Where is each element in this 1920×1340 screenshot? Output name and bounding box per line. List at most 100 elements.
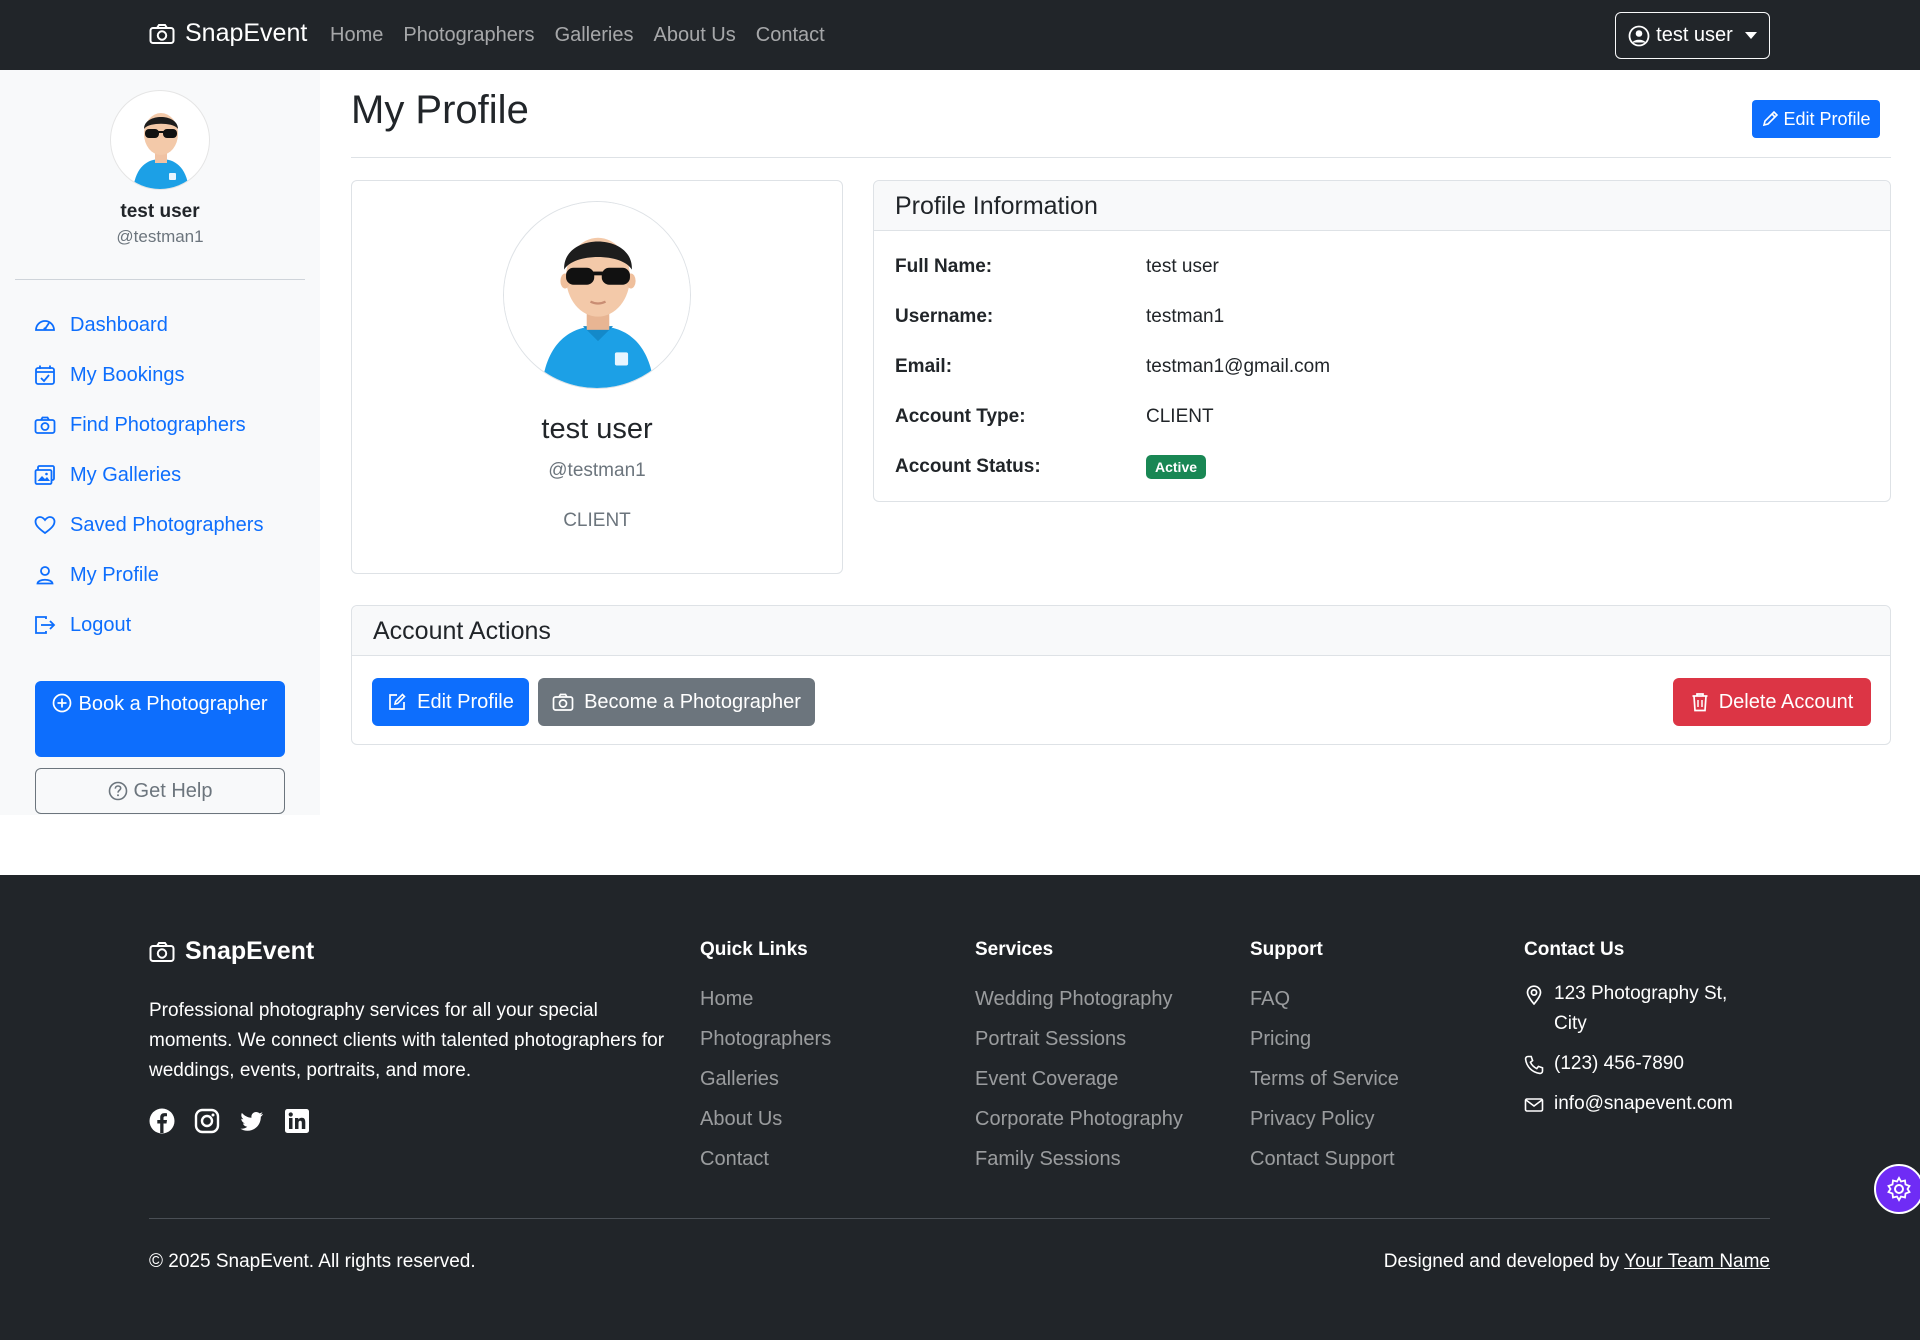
account-edit-label: Edit Profile — [417, 690, 514, 713]
sidebar-item-saved-photographers[interactable]: Saved Photographers — [34, 500, 263, 550]
footer-link-about-us[interactable]: About Us — [700, 1099, 831, 1139]
nav-home[interactable]: Home — [330, 24, 383, 47]
calendar-check-icon — [35, 365, 55, 385]
geo-pin-icon — [1526, 985, 1542, 1005]
social-links — [149, 1108, 329, 1134]
account-actions-card: Account Actions Edit Profile Become a Ph… — [351, 605, 1891, 745]
account-edit-profile-button[interactable]: Edit Profile — [372, 678, 529, 726]
footer-link-home[interactable]: Home — [700, 979, 831, 1019]
footer-services: Services Wedding Photography Portrait Se… — [975, 935, 1183, 1179]
info-label: Account Status: — [895, 456, 1041, 477]
footer-quick-links: Quick Links Home Photographers Galleries… — [700, 935, 831, 1179]
pencil-icon — [1763, 110, 1779, 127]
nav-about-us[interactable]: About Us — [653, 24, 735, 47]
sidebar-item-label: Dashboard — [70, 313, 168, 336]
footer-contact: Contact Us 123 Photography St, City (123… — [1524, 935, 1754, 1129]
camera-icon — [34, 416, 56, 434]
footer-support: Support FAQ Pricing Terms of Service Pri… — [1250, 935, 1399, 1179]
book-photographer-button[interactable]: Book a Photographer — [35, 681, 285, 757]
footer-link-faq[interactable]: FAQ — [1250, 979, 1399, 1019]
nav-galleries[interactable]: Galleries — [555, 24, 634, 47]
info-row-email: Email: testman1@gmail.com — [895, 352, 1330, 382]
nav-contact[interactable]: Contact — [756, 24, 825, 47]
user-menu-label: test user — [1656, 24, 1733, 46]
logout-icon — [35, 616, 56, 634]
footer-address-text: 123 Photography St, City — [1554, 983, 1728, 1034]
footer-link-portrait[interactable]: Portrait Sessions — [975, 1019, 1183, 1059]
footer-email: info@snapevent.com — [1524, 1089, 1754, 1119]
footer-link-galleries[interactable]: Galleries — [700, 1059, 831, 1099]
sidebar-item-label: Find Photographers — [70, 413, 246, 436]
title-divider — [351, 157, 1891, 158]
info-label: Email: — [895, 356, 953, 377]
top-navbar: SnapEvent Home Photographers Galleries A… — [0, 0, 1920, 70]
account-actions-title: Account Actions — [352, 606, 1890, 656]
camera-icon — [149, 23, 175, 44]
heart-icon — [34, 516, 56, 535]
footer-link-pricing[interactable]: Pricing — [1250, 1019, 1399, 1059]
profile-username: @testman1 — [548, 460, 646, 481]
get-help-button[interactable]: Get Help — [35, 768, 285, 814]
footer-column-title: Support — [1250, 939, 1323, 960]
info-label: Account Type: — [895, 406, 1026, 427]
navbar-links: Home Photographers Galleries About Us Co… — [330, 0, 845, 70]
sidebar-item-my-bookings[interactable]: My Bookings — [34, 350, 263, 400]
delete-account-button[interactable]: Delete Account — [1673, 678, 1871, 726]
twitter-icon[interactable] — [239, 1108, 265, 1134]
facebook-icon[interactable] — [149, 1108, 175, 1134]
footer-copyright: © 2025 SnapEvent. All rights reserved. — [149, 1251, 476, 1272]
info-label: Full Name: — [895, 256, 993, 277]
user-menu-button[interactable]: test user — [1615, 12, 1770, 59]
sidebar: test user @testman1 Dashboard My Booking… — [0, 70, 320, 815]
footer-link-terms[interactable]: Terms of Service — [1250, 1059, 1399, 1099]
sidebar-item-label: My Galleries — [70, 463, 182, 486]
sidebar-item-find-photographers[interactable]: Find Photographers — [34, 400, 263, 450]
avatar — [110, 90, 210, 190]
sidebar-item-my-galleries[interactable]: My Galleries — [34, 450, 263, 500]
info-row-full-name: Full Name: test user — [895, 252, 1219, 282]
footer-link-family[interactable]: Family Sessions — [975, 1139, 1183, 1179]
navbar-brand[interactable]: SnapEvent — [149, 19, 307, 48]
footer-link-event[interactable]: Event Coverage — [975, 1059, 1183, 1099]
settings-gear-floating-button[interactable] — [1874, 1164, 1920, 1214]
images-icon — [34, 465, 55, 485]
instagram-icon[interactable] — [194, 1108, 220, 1134]
footer-link-photographers[interactable]: Photographers — [700, 1019, 831, 1059]
sidebar-divider — [15, 279, 305, 280]
profile-information-title: Profile Information — [874, 181, 1890, 231]
status-badge: Active — [1146, 455, 1207, 479]
footer: SnapEvent Professional photography servi… — [0, 875, 1920, 1340]
phone-icon — [1524, 1055, 1544, 1075]
camera-icon — [149, 941, 175, 962]
profile-name: test user — [541, 413, 653, 445]
sidebar-item-logout[interactable]: Logout — [34, 600, 263, 650]
profile-card: test user @testman1 CLIENT — [351, 180, 843, 574]
sidebar-item-label: Logout — [70, 613, 132, 636]
become-photographer-button[interactable]: Become a Photographer — [538, 678, 815, 726]
footer-credit-prefix: Designed and developed by — [1383, 1251, 1625, 1272]
footer-link-contact[interactable]: Contact — [700, 1139, 831, 1179]
sidebar-item-my-profile[interactable]: My Profile — [34, 550, 263, 600]
sidebar-nav: Dashboard My Bookings Find Photographers… — [34, 300, 263, 650]
footer-credit-link[interactable]: Your Team Name — [1624, 1251, 1770, 1272]
sidebar-item-dashboard[interactable]: Dashboard — [34, 300, 263, 350]
footer-email-text: info@snapevent.com — [1554, 1093, 1733, 1114]
brand-name: SnapEvent — [185, 19, 308, 47]
sidebar-user-name: test user — [120, 201, 200, 222]
info-value: testman1 — [1146, 306, 1225, 327]
footer-link-contact-support[interactable]: Contact Support — [1250, 1139, 1399, 1179]
linkedin-icon[interactable] — [284, 1108, 310, 1134]
nav-photographers[interactable]: Photographers — [403, 24, 534, 47]
footer-link-corporate[interactable]: Corporate Photography — [975, 1099, 1183, 1139]
envelope-icon — [1524, 1098, 1544, 1112]
delete-account-label: Delete Account — [1718, 690, 1854, 713]
info-value: test user — [1146, 256, 1219, 277]
profile-avatar — [503, 201, 691, 389]
edit-profile-button[interactable]: Edit Profile — [1752, 100, 1880, 138]
sidebar-item-label: My Bookings — [70, 363, 185, 386]
footer-link-privacy[interactable]: Privacy Policy — [1250, 1099, 1399, 1139]
footer-phone: (123) 456-7890 — [1524, 1049, 1754, 1079]
footer-link-wedding[interactable]: Wedding Photography — [975, 979, 1183, 1019]
sidebar-item-label: My Profile — [70, 563, 159, 586]
sidebar-username: @testman1 — [116, 227, 204, 246]
